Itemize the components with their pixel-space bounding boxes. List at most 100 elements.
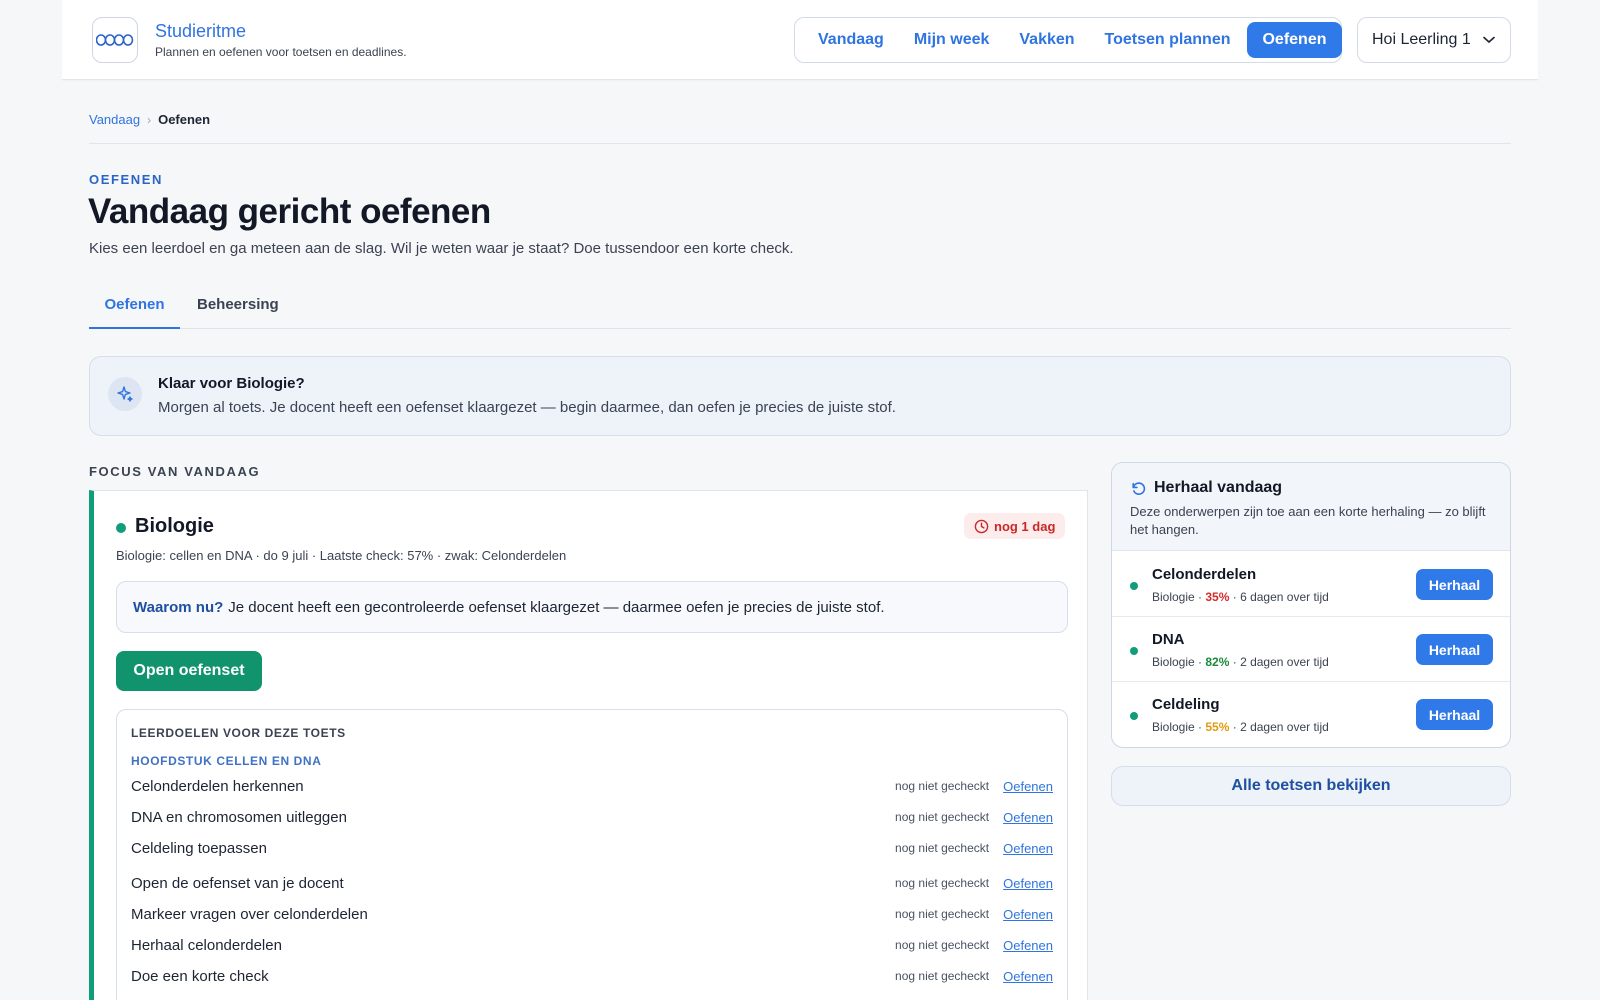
why-now-text: Je docent heeft een gecontroleerde oefen… (228, 598, 885, 616)
page-title: Vandaag gericht oefenen (88, 192, 491, 231)
tab-oefenen[interactable]: Oefenen (89, 296, 180, 329)
repeat-item-title: Celonderdelen (1152, 566, 1257, 583)
meta-separator: · (1229, 720, 1241, 734)
brand-title: Studieritme (155, 21, 247, 41)
goal-status: nog niet gecheckt (895, 810, 990, 824)
repeat-item-subject: Biologie (1152, 720, 1195, 734)
repeat-subtitle: Deze onderwerpen zijn toe aan een korte … (1130, 504, 1486, 537)
nav-oefenen[interactable]: Oefenen (1247, 22, 1342, 58)
tab-beheersing[interactable]: Beheersing (197, 296, 279, 313)
nav-vandaag[interactable]: Vandaag (803, 22, 899, 58)
repeat-item: DNA Biologie · 82% · 2 dagen over tijd H… (1112, 617, 1510, 682)
meta-separator: · (1194, 655, 1206, 669)
goals-chapter: HOOFDSTUK CELLEN EN DNA (131, 754, 322, 768)
deadline-text: nog 1 dag (994, 518, 1056, 534)
user-menu-button[interactable]: Hoi Leerling 1 (1357, 17, 1511, 63)
repeat-header: Herhaal vandaag Deze onderwerpen zijn to… (1112, 463, 1510, 551)
breadcrumb-current: Oefenen (158, 112, 211, 127)
repeat-item-button[interactable]: Herhaal (1416, 699, 1493, 730)
repeat-today-card: Herhaal vandaag Deze onderwerpen zijn to… (1111, 462, 1511, 748)
repeat-item-button[interactable]: Herhaal (1416, 569, 1493, 600)
divider (89, 143, 1511, 144)
goal-status: nog niet gecheckt (895, 876, 990, 890)
goal-row: Celdeling toepassen nog niet gecheckt Oe… (131, 836, 1053, 860)
repeat-item: Celdeling Biologie · 55% · 2 dagen over … (1112, 682, 1510, 747)
repeat-item-meta: Biologie · 35% · 6 dagen over tijd (1152, 590, 1329, 604)
goal-label: Celonderdelen herkennen (131, 777, 304, 795)
goal-row: Celonderdelen herkennen nog niet gecheck… (131, 774, 1053, 798)
deadline-badge: nog 1 dag (964, 513, 1066, 539)
goal-practice-link[interactable]: Oefenen (1003, 969, 1053, 984)
repeat-item-title: Celdeling (1152, 696, 1220, 713)
refresh-icon (1132, 482, 1146, 495)
goal-status: nog niet gecheckt (895, 907, 990, 921)
goal-status: nog niet gecheckt (895, 841, 990, 855)
repeat-item-meta: Biologie · 82% · 2 dagen over tijd (1152, 655, 1329, 669)
why-now-label: Waarom nu? (133, 598, 224, 616)
repeat-title: Herhaal vandaag (1154, 479, 1283, 496)
main-nav: Vandaag Mijn week Vakken Toetsen plannen… (794, 17, 1342, 63)
repeat-item-subject: Biologie (1152, 590, 1195, 604)
meta-separator: · (1194, 720, 1206, 734)
repeat-item-percent: 35% (1205, 590, 1230, 604)
sparkle-icon (108, 377, 142, 411)
goal-label: DNA en chromosomen uitleggen (131, 808, 347, 826)
goal-practice-link[interactable]: Oefenen (1003, 938, 1053, 953)
goal-row: DNA en chromosomen uitleggen nog niet ge… (131, 805, 1053, 829)
page-subtitle: Kies een leerdoel en ga meteen aan de sl… (89, 240, 794, 257)
top-bar: Studieritme Plannen en oefenen voor toet… (62, 0, 1538, 80)
goal-row: Markeer vragen over celonderdelen nog ni… (131, 902, 1053, 926)
goal-practice-link[interactable]: Oefenen (1003, 779, 1053, 794)
repeat-item-dot (1130, 647, 1138, 655)
brand-subtitle: Plannen en oefenen voor toetsen en deadl… (155, 45, 407, 59)
repeat-item-button[interactable]: Herhaal (1416, 634, 1493, 665)
goal-label: Herhaal celonderdelen (131, 936, 282, 954)
repeat-item: Celonderdelen Biologie · 35% · 6 dagen o… (1112, 552, 1510, 617)
repeat-item-overdue: 2 dagen over tijd (1240, 720, 1329, 734)
breadcrumb-link-vandaag[interactable]: Vandaag (89, 112, 140, 127)
goal-label: Open de oefenset van je docent (131, 874, 344, 892)
goal-row: Herhaal celonderdelen nog niet gecheckt … (131, 933, 1053, 957)
repeat-item-overdue: 2 dagen over tijd (1240, 655, 1329, 669)
open-exercise-set-button[interactable]: Open oefenset (116, 651, 262, 691)
breadcrumb: Vandaag › Oefenen (89, 112, 210, 127)
banner-text: Morgen al toets. Je docent heeft een oef… (158, 399, 896, 416)
page-eyebrow: OEFENEN (89, 172, 164, 187)
goal-status: nog niet gecheckt (895, 779, 990, 793)
goal-label: Markeer vragen over celonderdelen (131, 905, 368, 923)
app-logo[interactable] (92, 17, 138, 63)
goal-label: Celdeling toepassen (131, 839, 267, 857)
nav-toetsen-plannen[interactable]: Toetsen plannen (1090, 22, 1246, 58)
nav-mijn-week[interactable]: Mijn week (899, 22, 1005, 58)
all-tests-button[interactable]: Alle toetsen bekijken (1111, 766, 1511, 806)
goal-status: nog niet gecheckt (895, 938, 990, 952)
goal-label: Doe een korte check (131, 967, 269, 985)
repeat-item-dot (1130, 712, 1138, 720)
repeat-item-percent: 55% (1205, 720, 1230, 734)
meta-separator: · (1229, 655, 1241, 669)
goal-status: nog niet gecheckt (895, 969, 990, 983)
goal-practice-link[interactable]: Oefenen (1003, 841, 1053, 856)
goal-row: Doe een korte check nog niet gecheckt Oe… (131, 964, 1053, 988)
focus-card: Biologie nog 1 dag Biologie: cellen en D… (89, 490, 1088, 1000)
learning-goals-panel: LEERDOELEN VOOR DEZE TOETS HOOFDSTUK CEL… (116, 709, 1068, 1000)
goal-practice-link[interactable]: Oefenen (1003, 810, 1053, 825)
nav-vakken[interactable]: Vakken (1004, 22, 1089, 58)
info-banner: Klaar voor Biologie? Morgen al toets. Je… (89, 356, 1511, 436)
meta-separator: · (1194, 590, 1206, 604)
goal-practice-link[interactable]: Oefenen (1003, 907, 1053, 922)
breadcrumb-separator: › (147, 112, 152, 127)
goals-heading: LEERDOELEN VOOR DEZE TOETS (131, 726, 346, 740)
banner-title: Klaar voor Biologie? (158, 375, 305, 392)
repeat-item-title: DNA (1152, 631, 1185, 648)
subject-title: Biologie (135, 515, 214, 537)
subject-dot (116, 523, 126, 533)
repeat-item-overdue: 6 dagen over tijd (1240, 590, 1329, 604)
repeat-item-subject: Biologie (1152, 655, 1195, 669)
tabs: Oefenen Beheersing (89, 290, 1511, 329)
why-now-box: Waarom nu? Je docent heeft een gecontrol… (116, 581, 1068, 633)
goal-practice-link[interactable]: Oefenen (1003, 876, 1053, 891)
repeat-item-meta: Biologie · 55% · 2 dagen over tijd (1152, 720, 1329, 734)
user-menu-label: Hoi Leerling 1 (1372, 31, 1471, 48)
subject-meta: Biologie: cellen en DNA · do 9 juli · La… (116, 548, 567, 563)
